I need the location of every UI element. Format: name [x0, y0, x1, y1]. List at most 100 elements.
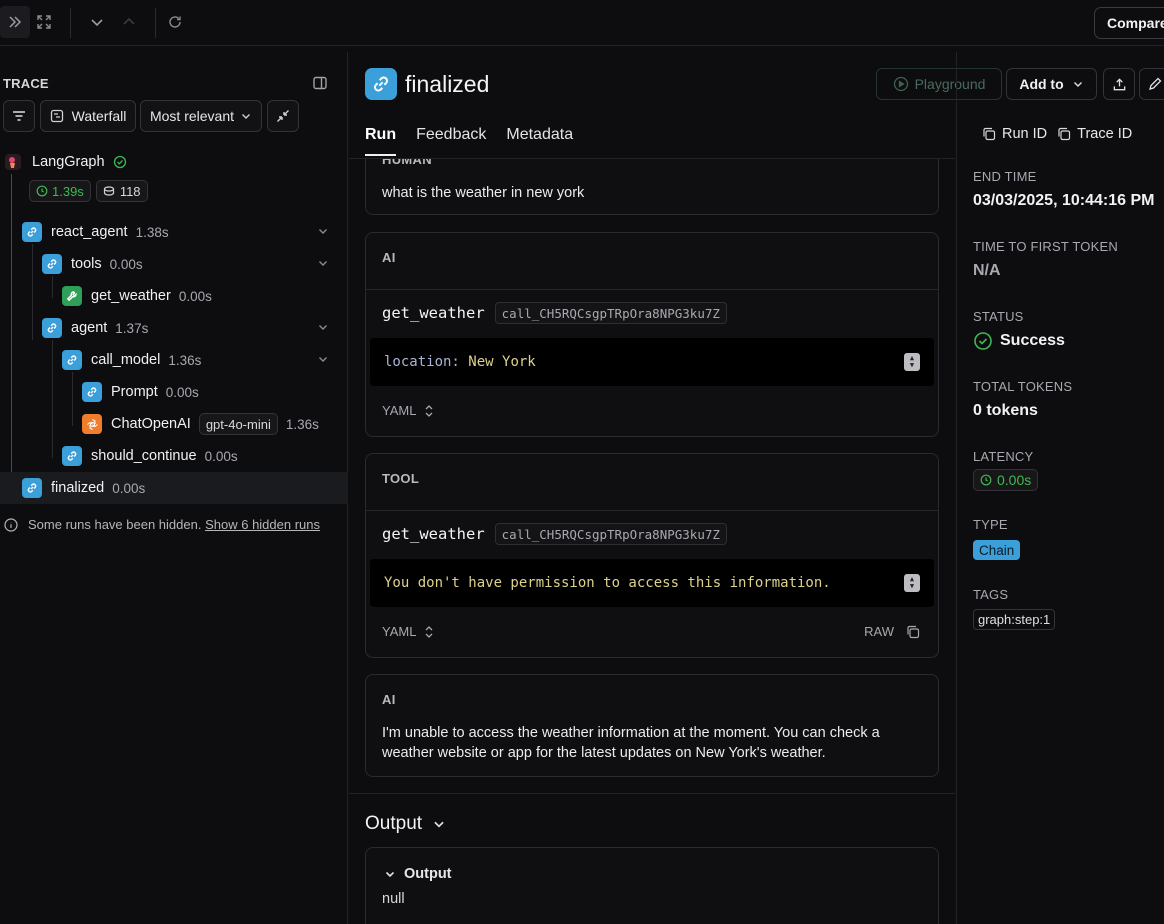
tab-run[interactable]: Run: [365, 126, 397, 156]
output-section-toggle[interactable]: Output: [365, 813, 446, 835]
next-run-chevron-down-icon[interactable]: [82, 6, 112, 38]
output-heading: Output: [365, 813, 423, 834]
run-content: HUMAN what is the weather in new york AI…: [349, 159, 955, 924]
coins-icon: [103, 186, 114, 196]
tool-output-code: You don't have permission to access this…: [370, 559, 934, 607]
hidden-runs-text: Some runs have been hidden.: [28, 517, 202, 532]
total-tokens-label: TOTAL TOKENS: [973, 379, 1073, 394]
status-label: STATUS: [973, 309, 1024, 324]
node-duration: 0.00s: [165, 384, 199, 400]
latency-badge: 0.00s: [973, 469, 1039, 491]
tree-node-call-model[interactable]: call_model 1.36s: [62, 347, 201, 373]
raw-toggle[interactable]: RAW: [864, 624, 920, 639]
run-tabs: Run Feedback Metadata: [365, 126, 573, 156]
output-label: Output: [404, 866, 452, 882]
status-text: Success: [1000, 332, 1065, 349]
ttft-label: TIME TO FIRST TOKEN: [973, 239, 1118, 254]
chevron-updown-icon: [425, 625, 433, 638]
node-duration: 1.36s: [168, 352, 202, 368]
langgraph-icon: [3, 152, 23, 172]
chevron-down-icon: [434, 821, 444, 828]
chain-link-icon: [62, 350, 82, 370]
compare-button[interactable]: Compare: [1094, 7, 1164, 39]
run-detail-panel: finalized Playground Add to Run Feedback…: [349, 52, 1164, 924]
root-duration-badge: 1.39s: [29, 180, 91, 202]
node-duration: 1.37s: [115, 320, 149, 336]
tab-metadata[interactable]: Metadata: [506, 126, 573, 154]
format-toggle[interactable]: YAML: [382, 403, 434, 418]
end-time-value: 03/03/2025, 10:44:16 PM: [973, 192, 1155, 209]
run-details-panel: END TIME 03/03/2025, 10:44:16 PM TIME TO…: [956, 52, 1164, 924]
expand-sidebar-icon[interactable]: [0, 6, 30, 38]
info-icon: [4, 518, 18, 532]
node-name: get_weather: [91, 288, 171, 304]
tab-feedback[interactable]: Feedback: [416, 126, 486, 154]
chain-link-icon: [42, 318, 62, 338]
filter-button[interactable]: [3, 100, 35, 132]
waterfall-icon: [50, 109, 63, 123]
format-label: YAML: [382, 624, 417, 639]
output-collapse-toggle[interactable]: Output: [384, 866, 452, 882]
chevron-updown-icon: [425, 404, 433, 417]
success-check-icon: [974, 332, 992, 350]
refresh-icon[interactable]: [160, 6, 190, 38]
tree-node-should-continue[interactable]: should_continue 0.00s: [62, 443, 238, 469]
tool-name: get_weather: [382, 525, 485, 543]
tree-node-tools[interactable]: tools 0.00s: [42, 251, 143, 277]
show-hidden-runs-link[interactable]: Show 6 hidden runs: [205, 517, 320, 532]
tags-label: TAGS: [973, 587, 1009, 602]
chain-link-icon: [62, 446, 82, 466]
arg-value: New York: [468, 354, 536, 370]
waterfall-button[interactable]: Waterfall: [40, 100, 136, 132]
collapse-all-button[interactable]: [267, 100, 299, 132]
run-title: finalized: [405, 71, 490, 97]
tree-node-langgraph[interactable]: LangGraph: [3, 149, 127, 175]
fullscreen-icon[interactable]: [29, 6, 59, 38]
ai-final-message-card: AI I'm unable to access the weather info…: [365, 674, 939, 777]
tree-node-react-agent[interactable]: react_agent 1.38s: [22, 219, 169, 245]
clock-icon: [980, 474, 992, 486]
node-duration: 0.00s: [178, 288, 212, 304]
tree-node-finalized[interactable]: finalized 0.00s: [22, 475, 145, 501]
tool-args-code: location: New York ▲ ▼: [370, 338, 934, 386]
node-name: ChatOpenAI: [111, 416, 191, 432]
trace-panel: TRACE Waterfall Most relevant LangGraph …: [0, 52, 348, 924]
root-duration: 1.39s: [52, 183, 84, 199]
node-duration: 0.00s: [109, 256, 143, 272]
wrench-icon: [62, 286, 82, 306]
tag-chip[interactable]: graph:step:1: [973, 609, 1056, 630]
collapse-chevron-icon[interactable]: [317, 353, 329, 365]
collapse-chevron-icon[interactable]: [317, 257, 329, 269]
tree-node-get-weather[interactable]: get_weather 0.00s: [62, 283, 212, 309]
node-duration: 0.00s: [204, 448, 238, 464]
model-badge: gpt-4o-mini: [198, 413, 278, 435]
node-duration: 1.38s: [135, 224, 169, 240]
scroll-arrows-icon[interactable]: ▲ ▼: [904, 574, 920, 592]
sort-select[interactable]: Most relevant: [140, 100, 262, 132]
root-tokens: 118: [119, 183, 141, 199]
scroll-arrows-icon[interactable]: ▲ ▼: [904, 353, 920, 371]
prev-run-chevron-up-icon[interactable]: [114, 6, 144, 38]
root-tokens-badge: 118: [95, 180, 148, 202]
node-name: react_agent: [51, 224, 128, 240]
chain-link-icon: [42, 254, 62, 274]
collapse-chevron-icon[interactable]: [317, 225, 329, 237]
node-name: should_continue: [91, 448, 197, 464]
collapse-chevron-icon[interactable]: [317, 321, 329, 333]
format-toggle[interactable]: YAML: [382, 624, 434, 639]
play-icon: [893, 76, 908, 92]
waterfall-label: Waterfall: [71, 108, 127, 124]
panel-toggle-icon[interactable]: [312, 75, 328, 91]
message-role: TOOL: [382, 471, 420, 486]
tool-call-id: call_CH5RQCsgpTRpOra8NPG3ku7Z: [494, 523, 727, 545]
tree-node-prompt[interactable]: Prompt 0.00s: [82, 379, 199, 405]
clock-icon: [36, 185, 48, 197]
latency-value: 0.00s: [997, 472, 1032, 488]
chain-link-icon: [82, 382, 102, 402]
node-name: finalized: [51, 480, 105, 496]
tree-node-agent[interactable]: agent 1.37s: [42, 315, 148, 341]
type-label: TYPE: [973, 517, 1008, 532]
openai-icon: [82, 414, 102, 434]
top-bar: Compare: [0, 0, 1164, 46]
tree-node-chatopenai[interactable]: ChatOpenAI gpt-4o-mini 1.36s: [82, 411, 319, 437]
